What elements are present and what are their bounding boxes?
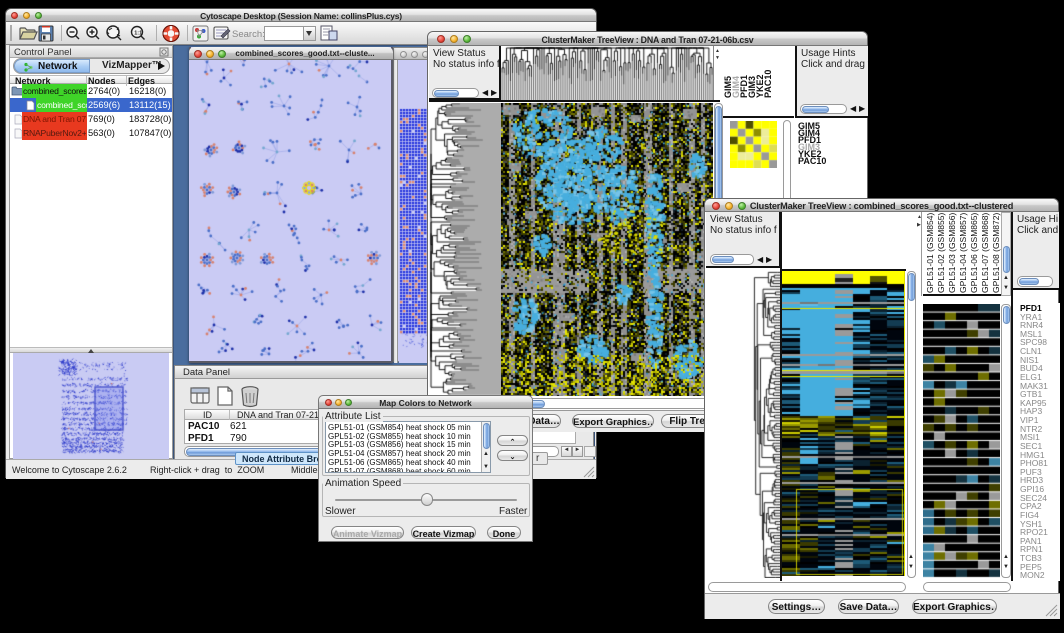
svg-text:1:1: 1:1 [134,31,142,37]
